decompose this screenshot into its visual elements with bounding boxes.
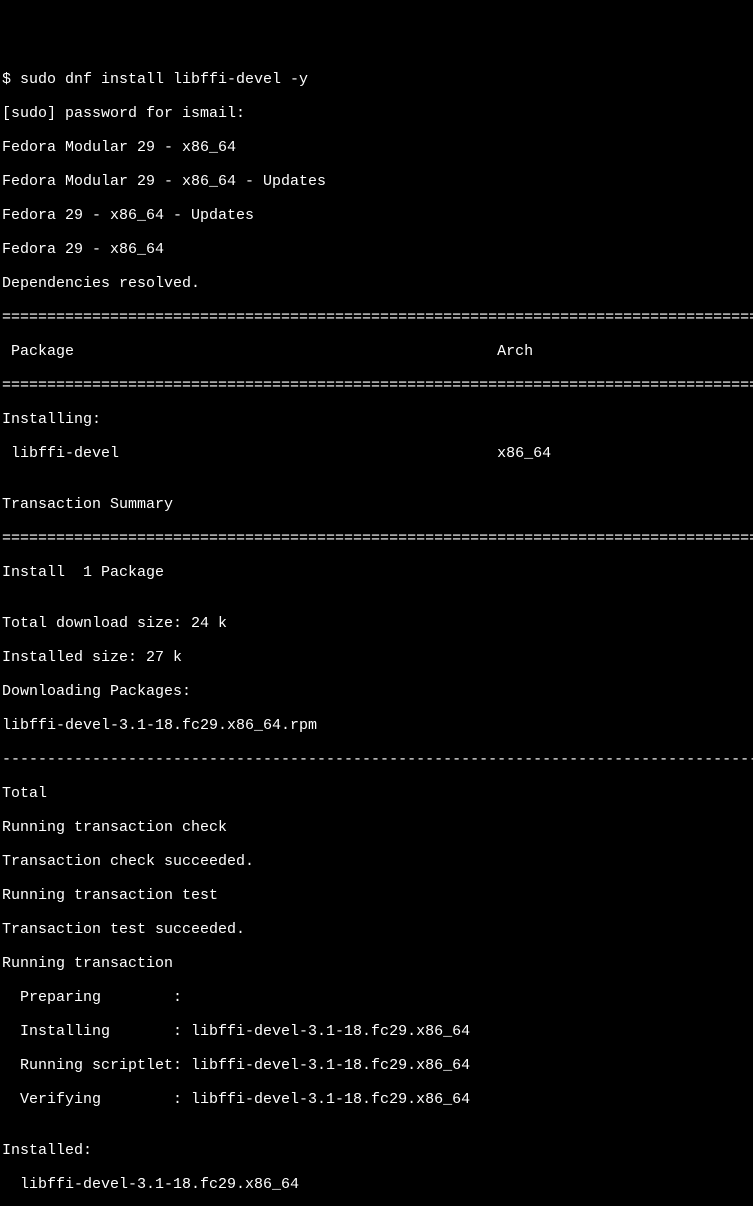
transaction-check: Running transaction check bbox=[2, 819, 751, 836]
running-transaction: Running transaction bbox=[2, 955, 751, 972]
verifying-step: Verifying : libffi-devel-3.1-18.fc29.x86… bbox=[2, 1091, 751, 1108]
password-prompt: [sudo] password for ismail: bbox=[2, 105, 751, 122]
transaction-test: Running transaction test bbox=[2, 887, 751, 904]
installed-package: libffi-devel-3.1-18.fc29.x86_64 bbox=[2, 1176, 751, 1193]
transaction-summary: Transaction Summary bbox=[2, 496, 751, 513]
separator-dash: ----------------------------------------… bbox=[2, 751, 751, 768]
repo-line: Fedora Modular 29 - x86_64 - Updates bbox=[2, 173, 751, 190]
total-label: Total bbox=[2, 785, 751, 802]
downloading-label: Downloading Packages: bbox=[2, 683, 751, 700]
repo-line: Fedora 29 - x86_64 - Updates bbox=[2, 207, 751, 224]
installing-label: Installing: bbox=[2, 411, 751, 428]
download-size: Total download size: 24 k bbox=[2, 615, 751, 632]
transaction-check-ok: Transaction check succeeded. bbox=[2, 853, 751, 870]
separator-eq: ========================================… bbox=[2, 309, 751, 326]
repo-line: Fedora 29 - x86_64 bbox=[2, 241, 751, 258]
preparing-step: Preparing : bbox=[2, 989, 751, 1006]
deps-resolved: Dependencies resolved. bbox=[2, 275, 751, 292]
scriptlet-step: Running scriptlet: libffi-devel-3.1-18.f… bbox=[2, 1057, 751, 1074]
installed-size: Installed size: 27 k bbox=[2, 649, 751, 666]
install-count: Install 1 Package bbox=[2, 564, 751, 581]
separator-eq: ========================================… bbox=[2, 530, 751, 547]
separator-eq: ========================================… bbox=[2, 377, 751, 394]
table-header: Package Arch bbox=[2, 343, 751, 360]
installing-step: Installing : libffi-devel-3.1-18.fc29.x8… bbox=[2, 1023, 751, 1040]
transaction-test-ok: Transaction test succeeded. bbox=[2, 921, 751, 938]
rpm-file: libffi-devel-3.1-18.fc29.x86_64.rpm bbox=[2, 717, 751, 734]
package-row: libffi-devel x86_64 bbox=[2, 445, 751, 462]
command-line: $ sudo dnf install libffi-devel -y bbox=[2, 71, 751, 88]
repo-line: Fedora Modular 29 - x86_64 bbox=[2, 139, 751, 156]
installed-label: Installed: bbox=[2, 1142, 751, 1159]
